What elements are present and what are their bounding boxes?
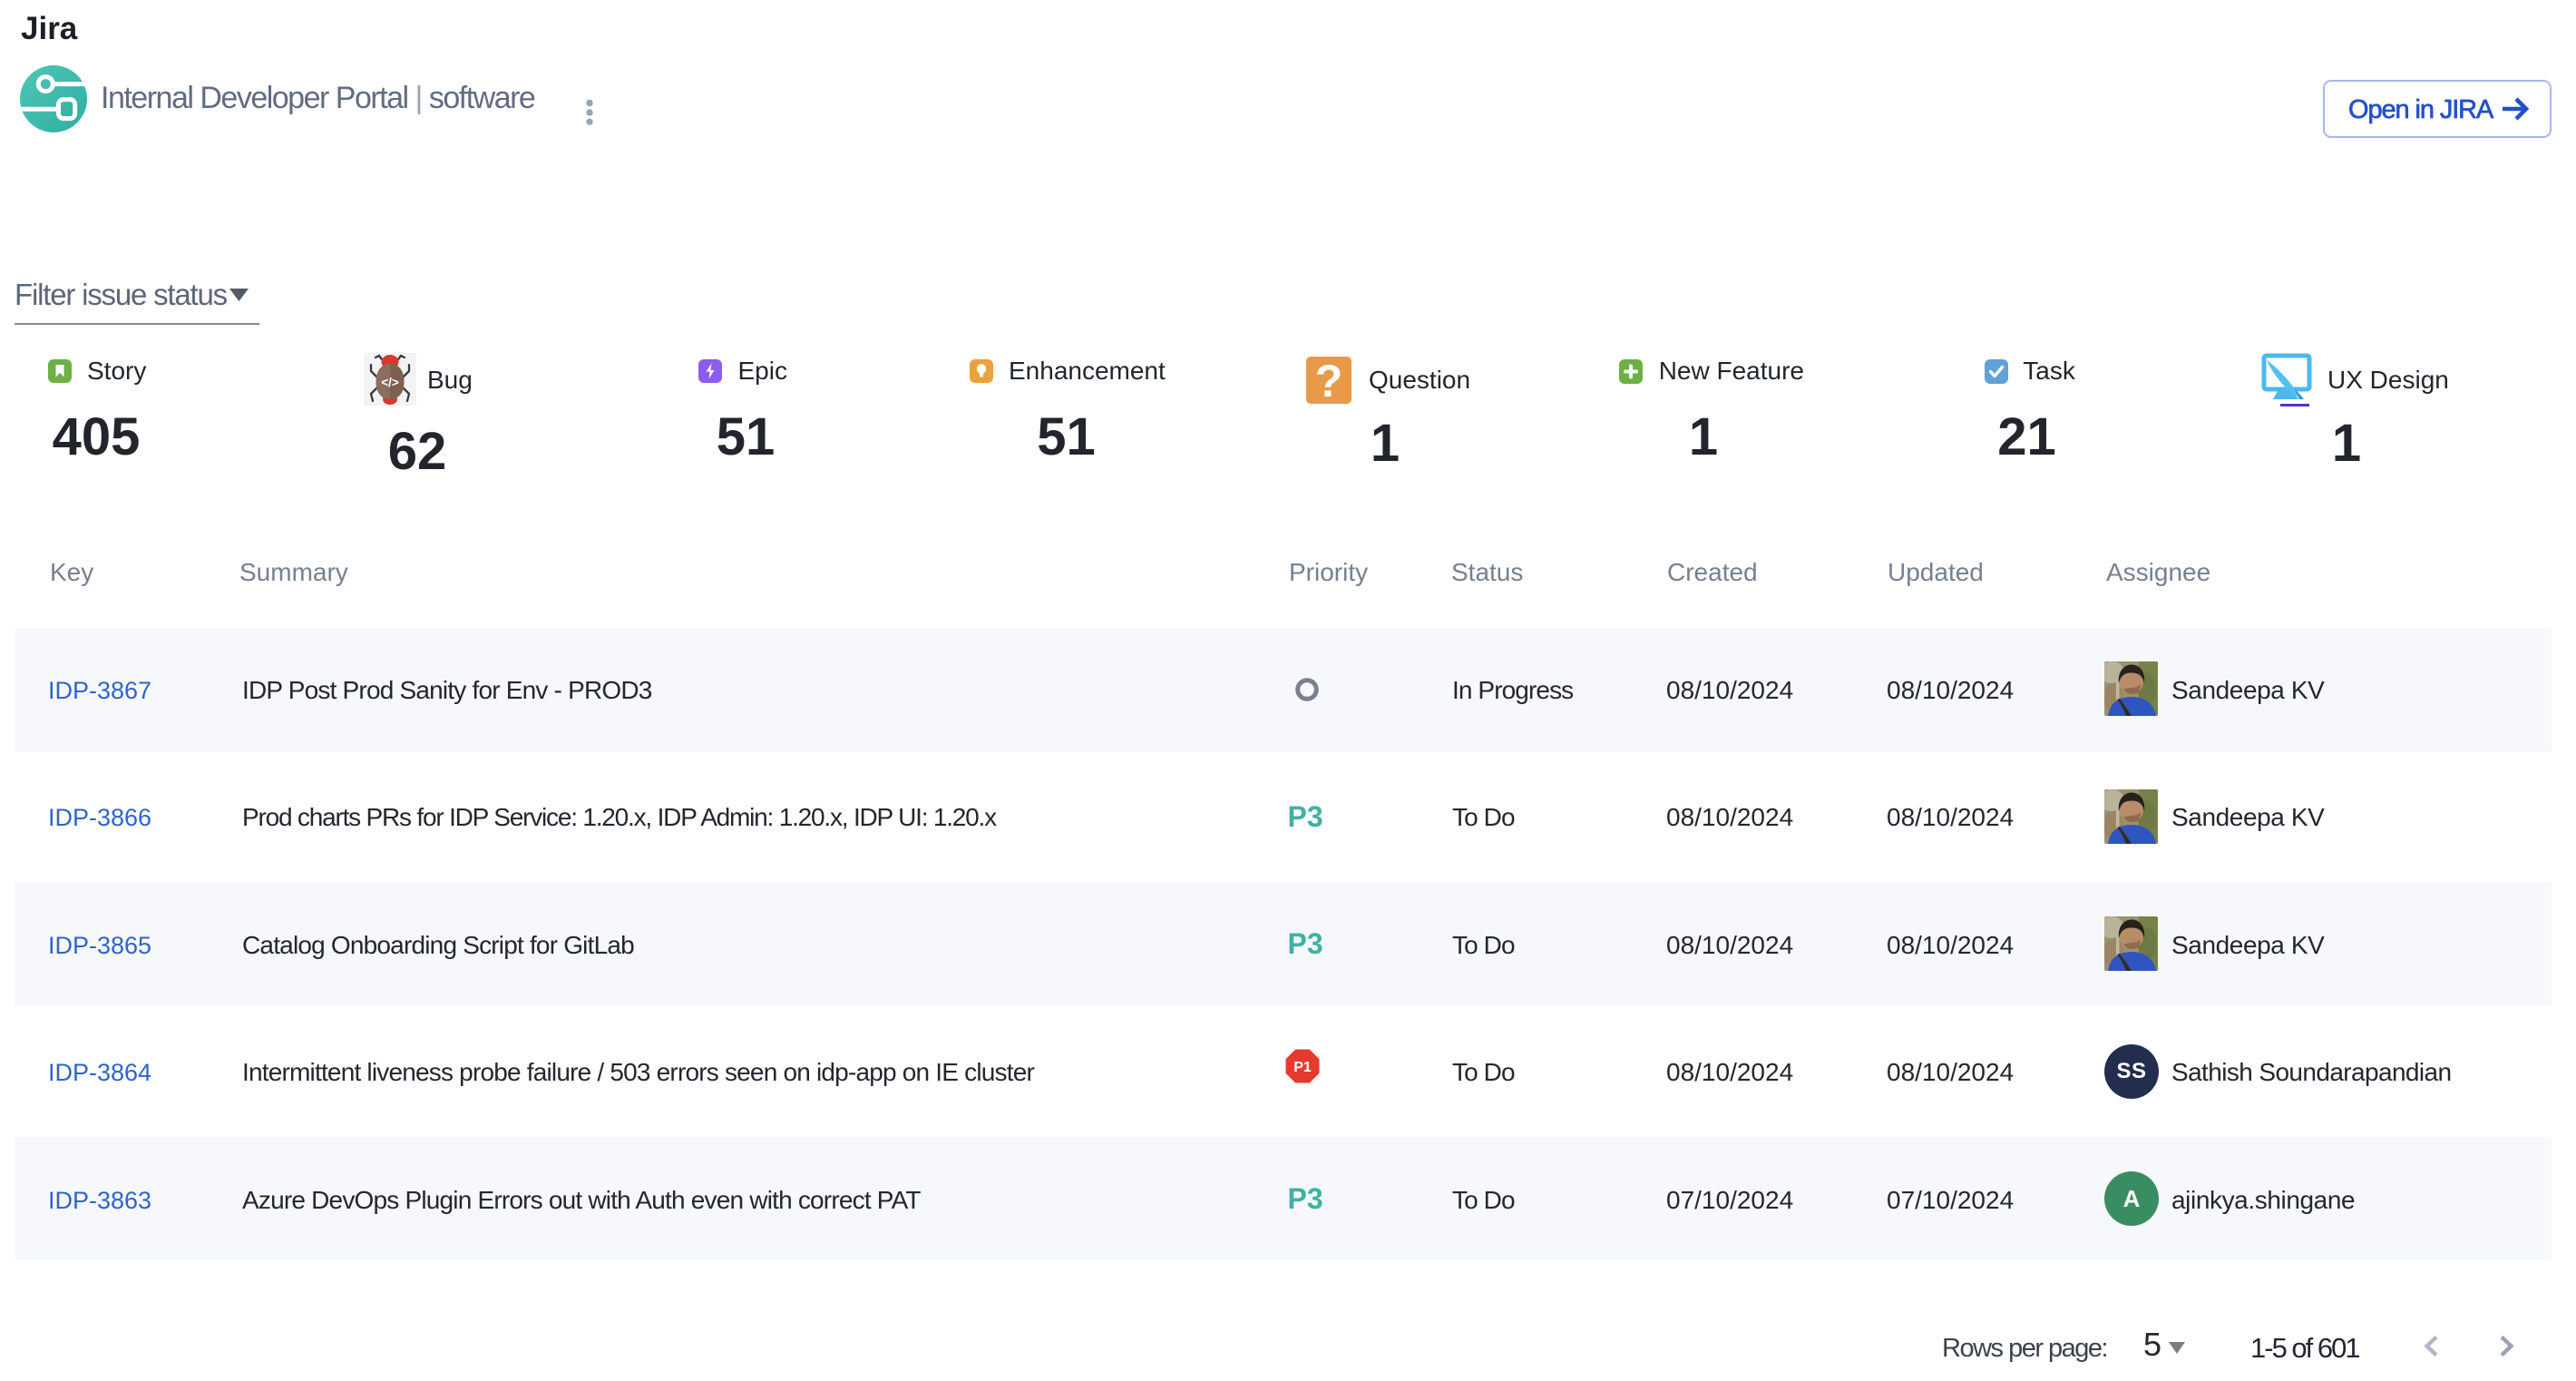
svg-text:?: ?: [1314, 357, 1342, 404]
svg-text:P1: P1: [1293, 1060, 1312, 1075]
svg-text:</>: </>: [381, 376, 399, 389]
